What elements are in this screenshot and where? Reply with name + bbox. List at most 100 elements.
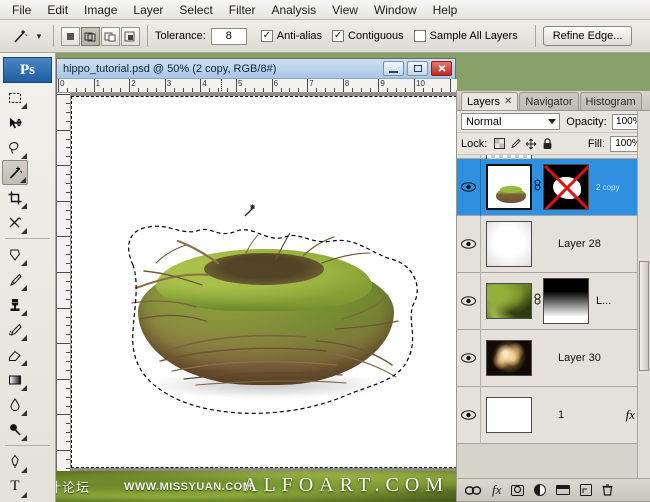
selection-mode-subtract[interactable] bbox=[101, 26, 120, 46]
layer-visibility-toggle[interactable] bbox=[457, 272, 481, 330]
lock-image-pixels-icon[interactable] bbox=[508, 137, 522, 151]
clone-stamp-tool[interactable] bbox=[2, 292, 28, 317]
menu-image[interactable]: Image bbox=[76, 1, 125, 19]
layer-thumbnail[interactable] bbox=[486, 164, 532, 210]
ruler-minor-tick bbox=[155, 88, 157, 92]
ruler-minor-tick bbox=[66, 467, 70, 469]
brush-tool[interactable] bbox=[2, 267, 28, 292]
flyout-triangle-icon bbox=[21, 467, 27, 473]
link-mask-icon[interactable] bbox=[532, 293, 543, 309]
layer-thumbnail[interactable] bbox=[486, 283, 532, 319]
refine-edge-button[interactable]: Refine Edge... bbox=[542, 26, 633, 46]
lock-all-icon[interactable] bbox=[540, 137, 554, 151]
layer-visibility-toggle[interactable] bbox=[457, 386, 481, 444]
pen-tool[interactable] bbox=[2, 449, 28, 474]
delete-layer-icon[interactable] bbox=[602, 484, 613, 496]
tool-preset-chevron-down-icon[interactable]: ▼ bbox=[32, 25, 46, 47]
gradient-mask bbox=[544, 279, 588, 323]
layer-style-fx-icon[interactable]: fx bbox=[492, 482, 501, 498]
ruler-minor-tick bbox=[66, 441, 70, 443]
menu-analysis[interactable]: Analysis bbox=[263, 1, 324, 19]
selection-mode-intersect[interactable] bbox=[121, 26, 140, 46]
menu-window[interactable]: Window bbox=[366, 1, 425, 19]
lock-transparent-pixels-icon[interactable] bbox=[492, 137, 506, 151]
blur-tool[interactable] bbox=[2, 392, 28, 417]
menu-file[interactable]: File bbox=[4, 1, 39, 19]
add-layer-mask-icon[interactable] bbox=[511, 484, 525, 496]
link-mask-icon[interactable] bbox=[532, 179, 543, 195]
canvas-area[interactable] bbox=[71, 93, 457, 471]
menu-view[interactable]: View bbox=[324, 1, 366, 19]
ruler-minor-tick bbox=[182, 88, 184, 92]
contiguous-checkbox[interactable]: ✓ Contiguous bbox=[332, 30, 404, 42]
layer-list[interactable]: Layer 29 bbox=[457, 155, 650, 480]
layer-effects-fx-indicator[interactable]: fx bbox=[626, 407, 635, 423]
layer-thumbnail[interactable] bbox=[486, 221, 532, 267]
layer-visibility-toggle[interactable] bbox=[457, 329, 481, 387]
selection-mode-new[interactable] bbox=[61, 26, 80, 46]
tab-navigator[interactable]: Navigator bbox=[519, 92, 579, 110]
scrollbar-thumb[interactable] bbox=[639, 261, 649, 371]
new-group-icon[interactable] bbox=[556, 485, 571, 495]
ruler-minor-tick bbox=[66, 289, 70, 291]
menu-filter[interactable]: Filter bbox=[221, 1, 264, 19]
ruler-label: 9 bbox=[380, 79, 385, 88]
close-icon[interactable]: ✕ bbox=[504, 96, 512, 107]
watermark-forum-url: WWW.MISSYUAN.COM bbox=[124, 481, 253, 493]
crop-tool[interactable] bbox=[2, 185, 28, 210]
new-layer-icon[interactable] bbox=[580, 484, 593, 496]
layer-name[interactable]: Layer 28 bbox=[558, 238, 601, 250]
magic-wand-tool[interactable] bbox=[2, 160, 28, 185]
selection-mode-add[interactable] bbox=[81, 26, 100, 46]
new-adjustment-layer-icon[interactable] bbox=[534, 484, 547, 496]
eraser-tool[interactable] bbox=[2, 342, 28, 367]
minimize-button[interactable] bbox=[383, 61, 404, 76]
anti-alias-checkbox[interactable]: ✓ Anti-alias bbox=[260, 30, 322, 42]
layer-row-layer-30[interactable]: Layer 30 bbox=[457, 329, 650, 387]
eye-icon bbox=[461, 296, 476, 306]
menu-help[interactable]: Help bbox=[425, 1, 466, 19]
layer-name[interactable]: 1 bbox=[558, 409, 564, 421]
document-window: hippo_tutorial.psd @ 50% (2 copy, RGB/8#… bbox=[56, 58, 457, 471]
tab-layers[interactable]: Layers ✕ bbox=[461, 92, 519, 110]
lasso-tool[interactable] bbox=[2, 135, 28, 160]
move-tool[interactable] bbox=[2, 110, 28, 135]
dodge-tool[interactable] bbox=[2, 417, 28, 442]
menu-select[interactable]: Select bbox=[171, 1, 220, 19]
magic-wand-icon[interactable] bbox=[6, 24, 32, 48]
blend-mode-select[interactable]: Normal bbox=[461, 113, 561, 130]
layer-thumbnail[interactable] bbox=[486, 397, 532, 433]
marquee-tool[interactable] bbox=[2, 85, 28, 110]
lock-position-icon[interactable] bbox=[524, 137, 538, 151]
healing-brush-tool[interactable] bbox=[2, 242, 28, 267]
layer-visibility-toggle[interactable] bbox=[457, 215, 481, 273]
ruler-minor-tick bbox=[66, 298, 70, 300]
tolerance-input[interactable]: 8 bbox=[210, 27, 247, 45]
layer-thumbnail[interactable] bbox=[486, 340, 532, 376]
gradient-tool[interactable] bbox=[2, 367, 28, 392]
type-tool[interactable]: T bbox=[2, 474, 28, 499]
menu-layer[interactable]: Layer bbox=[125, 1, 171, 19]
layer-row-moss[interactable]: L... bbox=[457, 272, 650, 330]
close-button[interactable] bbox=[431, 61, 452, 76]
link-layers-icon[interactable] bbox=[465, 485, 482, 496]
layer-mask-thumbnail[interactable] bbox=[543, 278, 589, 324]
sample-all-layers-checkbox-box bbox=[413, 30, 426, 42]
ruler-label: 5 bbox=[238, 79, 243, 88]
slice-tool[interactable] bbox=[2, 210, 28, 235]
document-title-bar[interactable]: hippo_tutorial.psd @ 50% (2 copy, RGB/8#… bbox=[57, 59, 455, 79]
layers-scrollbar[interactable] bbox=[637, 111, 650, 478]
layer-name[interactable]: Layer 30 bbox=[558, 352, 601, 364]
layer-name[interactable]: L... bbox=[596, 295, 611, 307]
maximize-button[interactable] bbox=[407, 61, 428, 76]
layer-name[interactable]: 2 copy bbox=[596, 183, 620, 192]
tab-histogram[interactable]: Histogram bbox=[579, 92, 642, 110]
history-brush-tool[interactable] bbox=[2, 317, 28, 342]
layer-row-2-copy[interactable]: 2 copy bbox=[457, 158, 650, 216]
layer-mask-thumbnail[interactable] bbox=[543, 164, 589, 210]
layer-visibility-toggle[interactable] bbox=[457, 158, 481, 216]
menu-edit[interactable]: Edit bbox=[39, 1, 76, 19]
sample-all-layers-checkbox[interactable]: Sample All Layers bbox=[413, 30, 518, 42]
layer-row-layer-28[interactable]: Layer 28 bbox=[457, 215, 650, 273]
layer-row-1[interactable]: 1 fx ▲ bbox=[457, 386, 650, 444]
